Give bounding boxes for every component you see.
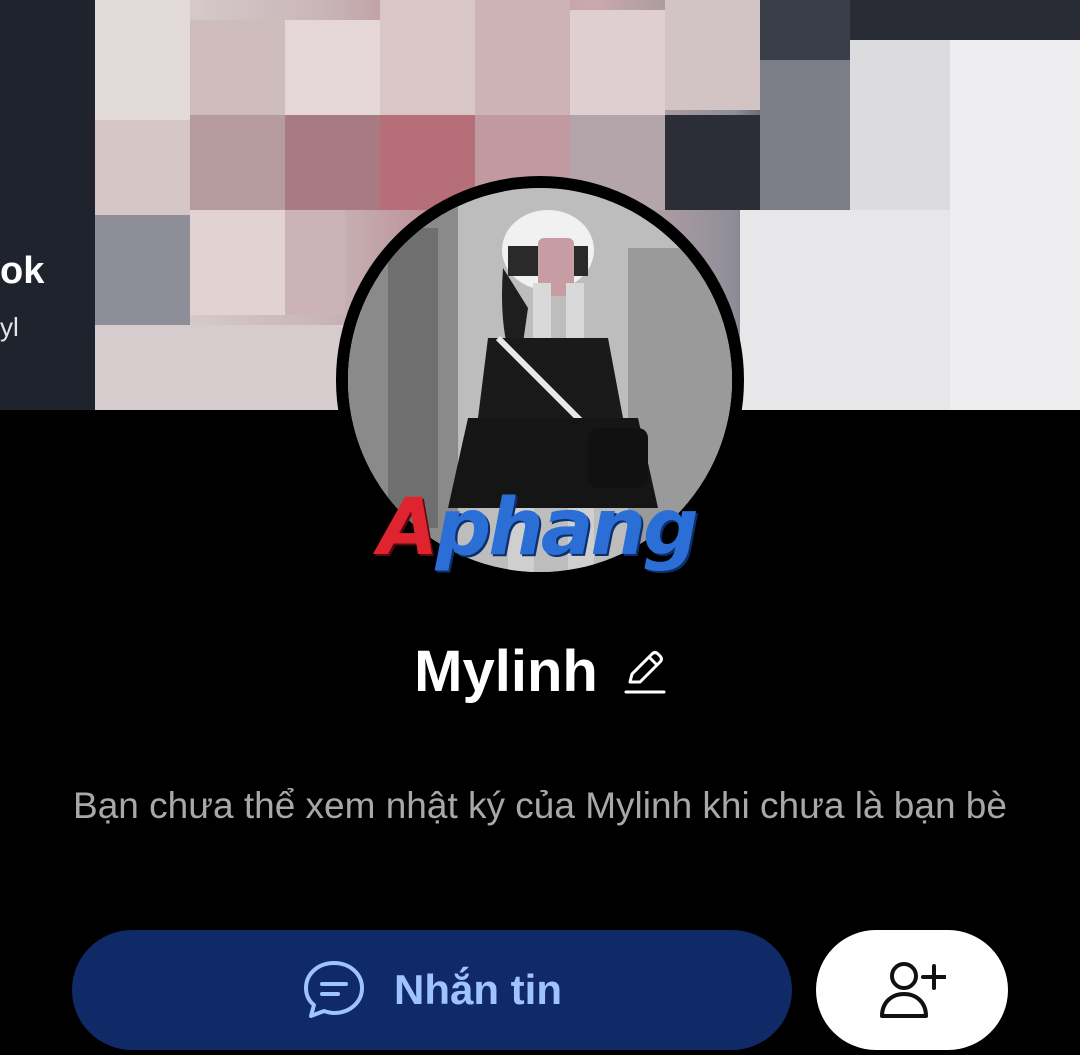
profile-name: Mylinh (414, 639, 598, 704)
name-row: Mylinh (0, 632, 1080, 712)
cover-block (190, 210, 285, 315)
cover-block (380, 0, 475, 115)
watermark-letter: A (378, 483, 438, 573)
watermark-text: phang (435, 483, 698, 573)
cover-block (0, 0, 95, 410)
cover-block (760, 0, 850, 60)
cover-block (665, 0, 760, 110)
cover-block (95, 215, 190, 325)
cover-block (950, 40, 1080, 410)
cover-block (95, 120, 190, 215)
cover-block (95, 325, 345, 410)
diary-privacy-notice: Bạn chưa thể xem nhật ký của Mylinh khi … (73, 785, 1007, 826)
message-button-label: Nhắn tin (394, 966, 562, 1013)
cover-block (285, 20, 380, 115)
cover-block (760, 60, 850, 210)
message-button[interactable]: Nhắn tin (72, 930, 792, 1050)
pencil-icon[interactable] (624, 648, 666, 696)
cover-block (850, 0, 1080, 40)
cover-partial-text: yl (0, 312, 19, 342)
cover-block (190, 20, 285, 115)
add-friend-button[interactable] (816, 930, 1008, 1050)
add-friend-icon (878, 958, 947, 1022)
cover-block (475, 0, 570, 115)
chat-bubble-icon (302, 958, 366, 1022)
cover-block (285, 210, 345, 315)
cover-partial-text: ok (0, 250, 45, 292)
cover-block (190, 115, 285, 210)
profile-screen: ok yl Aphang Mylinh Bạn chưa thể xem nhậ… (0, 0, 1080, 1055)
cover-block (850, 40, 950, 210)
watermark-logo: Aphang (378, 488, 708, 568)
cover-block (95, 0, 190, 120)
cover-block (570, 10, 665, 115)
cover-block (740, 210, 950, 410)
